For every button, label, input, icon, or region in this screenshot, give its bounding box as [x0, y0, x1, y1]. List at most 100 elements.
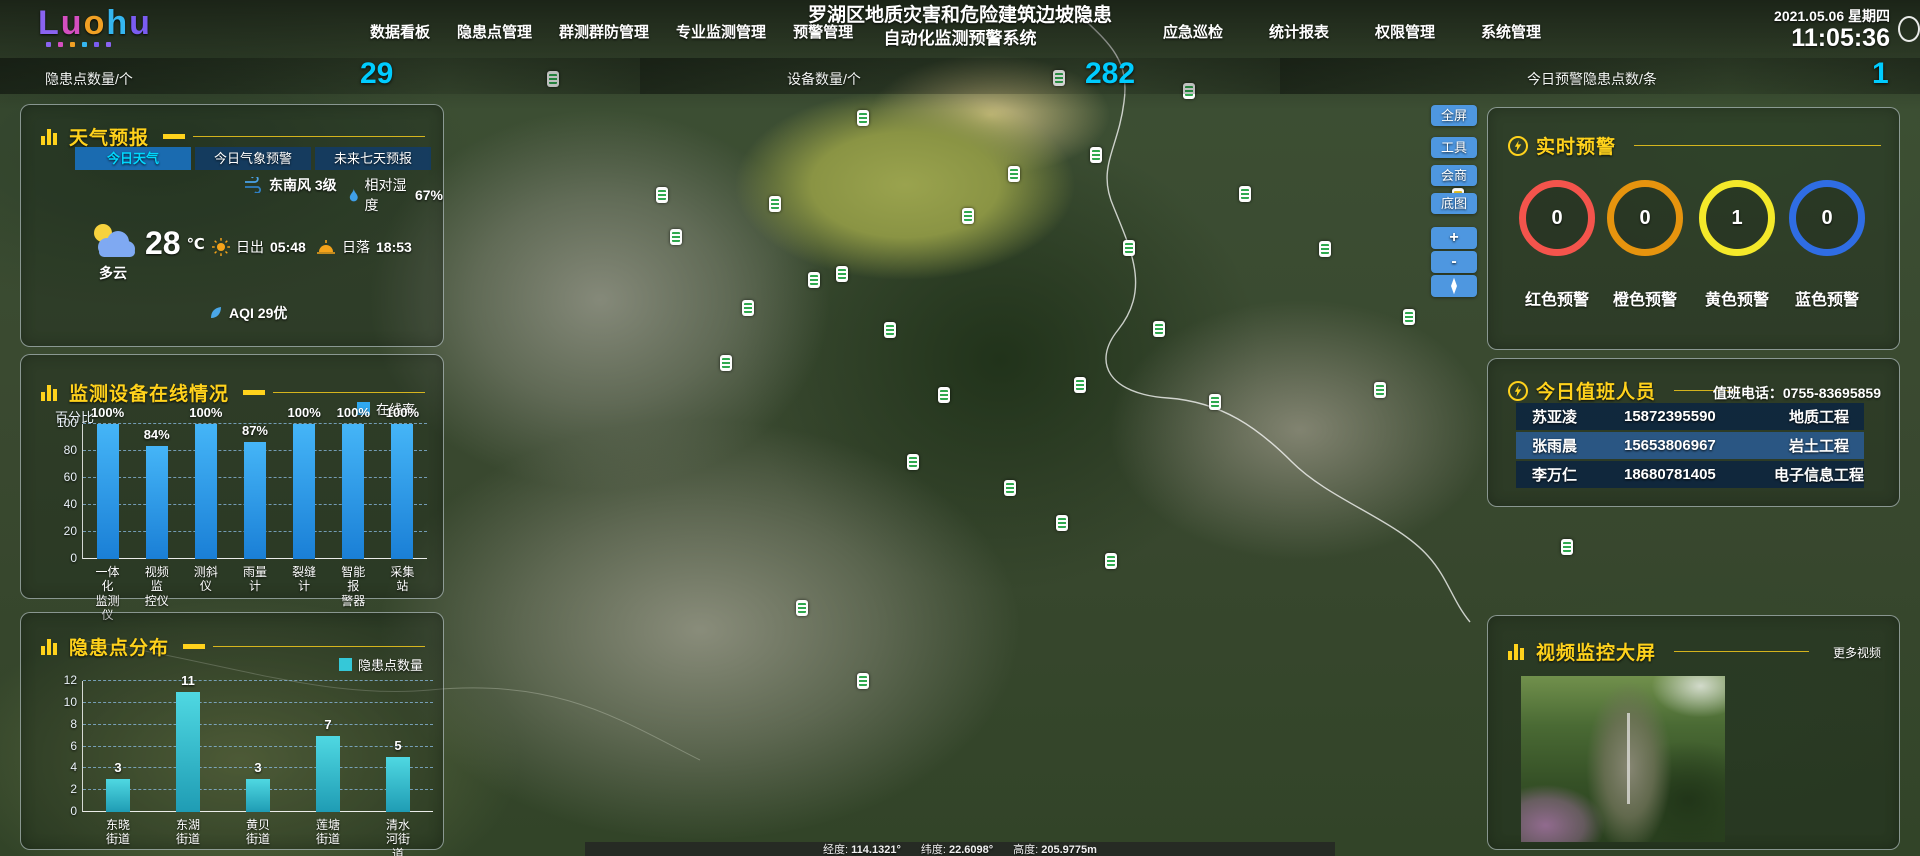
legend-label: 隐患点数量	[358, 655, 423, 674]
video-thumbnail[interactable]	[1521, 676, 1725, 842]
map-marker[interactable]	[857, 673, 869, 689]
title-line	[1634, 145, 1881, 146]
stat-label-hazard-count: 隐患点数量/个	[45, 69, 133, 89]
map-marker[interactable]	[1105, 553, 1117, 569]
bar-device-online-5: 100%	[342, 424, 364, 559]
humidity-value: 67%	[415, 187, 443, 203]
altitude-value: 205.9775m	[1041, 844, 1097, 856]
compass-needle-icon	[1448, 277, 1460, 295]
duty-row: 苏亚凌 15872395590 地质工程	[1516, 403, 1864, 430]
map-marker[interactable]	[656, 187, 668, 203]
duty-personnel-panel: 今日值班人员 值班电话：0755-83695859 苏亚凌 1587239559…	[1487, 358, 1900, 507]
bar-device-online-6: 100%	[391, 424, 413, 559]
consult-button[interactable]: 会商	[1431, 165, 1477, 186]
map-marker[interactable]	[907, 454, 919, 470]
map-marker[interactable]	[1209, 394, 1221, 410]
bar-device-online-4: 100%	[293, 424, 315, 559]
bar-category-label: 视频监 控仪	[144, 565, 169, 608]
cloudy-weather-icon	[87, 221, 139, 261]
map-marker[interactable]	[1239, 186, 1251, 202]
map-marker[interactable]	[1090, 147, 1102, 163]
map-coordinates-bar: 经度: 114.1321° 纬度: 22.6098° 高度: 205.9775m	[585, 842, 1335, 856]
bar-value-label: 11	[181, 673, 195, 688]
duty-specialty: 地质工程	[1774, 406, 1864, 427]
zoom-in-button[interactable]: +	[1431, 227, 1477, 249]
video-monitor-title: 视频监控大屏	[1536, 638, 1656, 665]
nav-item-dashboard[interactable]: 数据看板	[370, 21, 430, 42]
weather-condition: 多云	[83, 263, 143, 283]
map-marker[interactable]	[1561, 539, 1573, 555]
map-marker[interactable]	[938, 387, 950, 403]
longitude-label: 经度:	[823, 844, 848, 856]
realtime-warning-title: 实时预警	[1536, 132, 1616, 159]
duty-phone-label: 值班电话：	[1713, 385, 1783, 401]
nav-item-hazard-mgmt[interactable]: 隐患点管理	[457, 21, 532, 42]
map-marker[interactable]	[1403, 309, 1415, 325]
map-marker[interactable]	[808, 272, 820, 288]
nav-item-pro-monitoring[interactable]: 专业监测管理	[676, 21, 766, 42]
header-circle-button[interactable]	[1898, 16, 1920, 42]
map-marker[interactable]	[670, 229, 682, 245]
map-marker[interactable]	[1374, 382, 1386, 398]
zoom-out-button[interactable]: -	[1431, 251, 1477, 273]
orange-warning-label: 橙色预警	[1600, 286, 1690, 310]
map-marker[interactable]	[857, 110, 869, 126]
map-marker[interactable]	[796, 600, 808, 616]
tools-button[interactable]: 工具	[1431, 137, 1477, 158]
tab-weather-warning[interactable]: 今日气象预警	[195, 147, 311, 170]
map-marker[interactable]	[1004, 480, 1016, 496]
map-marker[interactable]	[884, 322, 896, 338]
map-marker[interactable]	[1074, 377, 1086, 393]
map-marker[interactable]	[1319, 241, 1331, 257]
map-marker[interactable]	[1008, 166, 1020, 182]
stat-value-today-warning: 1	[1872, 56, 1889, 92]
duty-phone-number: 0755-83695859	[1783, 385, 1881, 401]
latitude-label: 纬度:	[921, 844, 946, 856]
bar-device-online-0: 100%	[97, 424, 119, 559]
device-online-chart: 020406080100100%一体化 监测仪84%视频监 控仪100%测斜仪8…	[82, 424, 427, 559]
fullscreen-button[interactable]: 全屏	[1431, 105, 1477, 126]
map-marker[interactable]	[1056, 515, 1068, 531]
sunset-label: 日落	[342, 237, 370, 257]
duty-name: 张雨晨	[1516, 435, 1624, 456]
map-marker[interactable]	[720, 355, 732, 371]
bar-hazard-dist-2: 3	[246, 779, 270, 812]
duty-table: 苏亚凌 15872395590 地质工程 张雨晨 15653806967 岩土工…	[1516, 403, 1864, 488]
nav-item-group-monitoring[interactable]: 群测群防管理	[559, 21, 649, 42]
stat-label-device-count: 设备数量/个	[787, 69, 861, 89]
bar-category-label: 测斜仪	[194, 565, 219, 594]
temperature-unit: ℃	[187, 235, 205, 253]
yellow-warning-circle: 1	[1699, 180, 1775, 256]
title-dash	[163, 134, 185, 139]
map-marker[interactable]	[962, 208, 974, 224]
tab-today-weather[interactable]: 今日天气	[75, 147, 191, 170]
compass-button[interactable]	[1431, 275, 1477, 297]
map-marker[interactable]	[836, 266, 848, 282]
bar-category-label: 清水河街道	[381, 818, 416, 856]
device-online-panel: 监测设备在线情况 在线率 百分比 020406080100100%一体化 监测仪…	[20, 354, 444, 599]
nav-item-emergency-inspection[interactable]: 应急巡检	[1163, 21, 1223, 42]
nav-item-statistics-report[interactable]: 统计报表	[1269, 21, 1329, 42]
map-marker[interactable]	[1123, 240, 1135, 256]
sunset-icon	[316, 239, 336, 255]
duty-name: 李万仁	[1516, 464, 1624, 485]
more-videos-link[interactable]: 更多视频	[1833, 644, 1881, 661]
bar-value-label: 84%	[144, 427, 170, 442]
header-time: 11:05:36	[1700, 24, 1890, 53]
nav-item-permission-mgmt[interactable]: 权限管理	[1375, 21, 1435, 42]
logo-letter: o	[84, 4, 107, 42]
bar-value-label: 100%	[288, 405, 321, 420]
map-marker[interactable]	[1153, 321, 1165, 337]
bar-category-label: 莲塘街道	[311, 818, 346, 847]
axis-tick: 20	[51, 524, 77, 538]
yellow-warning-label: 黄色预警	[1692, 286, 1782, 310]
map-marker[interactable]	[769, 196, 781, 212]
nav-item-system-mgmt[interactable]: 系统管理	[1481, 21, 1541, 42]
map-marker[interactable]	[742, 300, 754, 316]
hazard-chart-legend: 隐患点数量	[339, 655, 423, 674]
duty-row: 李万仁 18680781405 电子信息工程	[1516, 461, 1864, 488]
system-title: 罗湖区地质灾害和危险建筑边坡隐患 自动化监测预警系统	[770, 4, 1150, 49]
tab-7day-forecast[interactable]: 未来七天预报	[315, 147, 431, 170]
axis-tick: 40	[51, 497, 77, 511]
basemap-button[interactable]: 底图	[1431, 193, 1477, 214]
